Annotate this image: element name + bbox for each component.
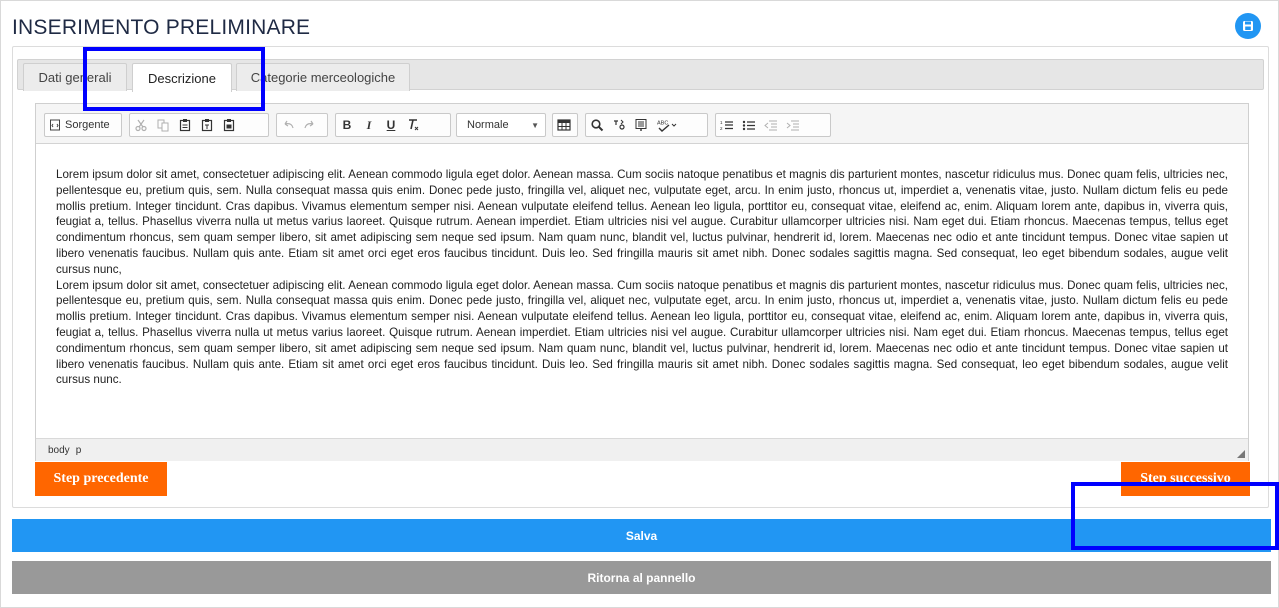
find-button[interactable] — [586, 114, 608, 136]
svg-text:1: 1 — [720, 120, 723, 125]
table-group — [552, 113, 578, 137]
select-all-button[interactable] — [630, 114, 652, 136]
numbered-list-icon: 1 2 — [720, 120, 733, 131]
bulleted-list-button[interactable] — [738, 114, 760, 136]
replace-icon — [614, 119, 625, 130]
paste-text-icon — [201, 119, 213, 132]
svg-text:2: 2 — [720, 126, 723, 131]
format-select-value: Normale — [467, 119, 509, 131]
outdent-button[interactable] — [760, 114, 782, 136]
bold-button[interactable]: B — [336, 114, 358, 136]
replace-button[interactable] — [608, 114, 630, 136]
indent-button[interactable] — [782, 114, 804, 136]
outdent-icon — [764, 120, 777, 131]
highlight-box — [83, 47, 265, 111]
italic-button[interactable]: I — [358, 114, 380, 136]
undo-button[interactable] — [277, 114, 299, 136]
clipboard-icon — [179, 119, 191, 132]
tools-group: ABC — [585, 113, 708, 137]
paste-word-icon — [223, 119, 235, 132]
resize-handle-icon[interactable] — [1237, 450, 1245, 458]
indent-icon — [786, 120, 799, 131]
spellcheck-button[interactable]: ABC — [652, 114, 682, 136]
page-title: INSERIMENTO PRELIMINARE — [12, 16, 311, 39]
clipboard-group — [129, 113, 269, 137]
rich-text-editor: Sorgente B I U Normale ▼ ABC 1 2 Lorem i… — [35, 103, 1249, 461]
paragraph: Lorem ipsum dolor sit amet, consectetuer… — [56, 168, 1228, 276]
step-previous-button[interactable]: Step precedente — [35, 462, 167, 496]
format-select[interactable]: Normale ▼ — [456, 113, 546, 137]
floppy-disk-icon — [1243, 21, 1253, 31]
list-group: 1 2 — [715, 113, 831, 137]
source-label: Sorgente — [65, 119, 110, 131]
paste-button[interactable] — [174, 114, 196, 136]
bulleted-list-icon — [742, 120, 755, 131]
chevron-down-icon: ▼ — [531, 121, 539, 130]
remove-format-button[interactable] — [402, 114, 424, 136]
basic-style-group: B I U — [335, 113, 451, 137]
source-button[interactable]: Sorgente — [45, 114, 114, 136]
scissors-icon — [135, 119, 147, 132]
remove-format-icon — [409, 119, 419, 131]
numbered-list-button[interactable]: 1 2 — [716, 114, 738, 136]
search-icon — [591, 119, 604, 132]
spellcheck-icon: ABC — [657, 121, 677, 132]
underline-button[interactable]: U — [380, 114, 402, 136]
select-all-icon — [635, 119, 647, 131]
paste-word-button[interactable] — [218, 114, 240, 136]
history-group — [276, 113, 328, 137]
paragraph: Lorem ipsum dolor sit amet, consectetuer… — [56, 278, 1228, 387]
path-item-p[interactable]: p — [76, 445, 82, 456]
save-icon-button[interactable] — [1235, 13, 1261, 39]
redo-icon — [304, 120, 314, 129]
undo-icon — [284, 120, 294, 129]
table-icon — [557, 119, 571, 131]
table-button[interactable] — [553, 114, 575, 136]
copy-button[interactable] — [152, 114, 174, 136]
form-panel: Dati generali Descrizione Categorie merc… — [12, 46, 1269, 508]
document-source-icon — [50, 119, 60, 131]
svg-text:ABC: ABC — [657, 121, 668, 127]
element-path-bar: body p — [36, 438, 1248, 461]
copy-icon — [157, 119, 169, 132]
paste-text-button[interactable] — [196, 114, 218, 136]
redo-button[interactable] — [299, 114, 321, 136]
cut-button[interactable] — [130, 114, 152, 136]
source-group: Sorgente — [44, 113, 122, 137]
back-to-panel-button[interactable]: Ritorna al pannello — [12, 561, 1271, 594]
editor-content[interactable]: Lorem ipsum dolor sit amet, consectetuer… — [36, 145, 1248, 431]
path-item-body[interactable]: body — [48, 445, 70, 456]
highlight-box — [1071, 482, 1279, 550]
